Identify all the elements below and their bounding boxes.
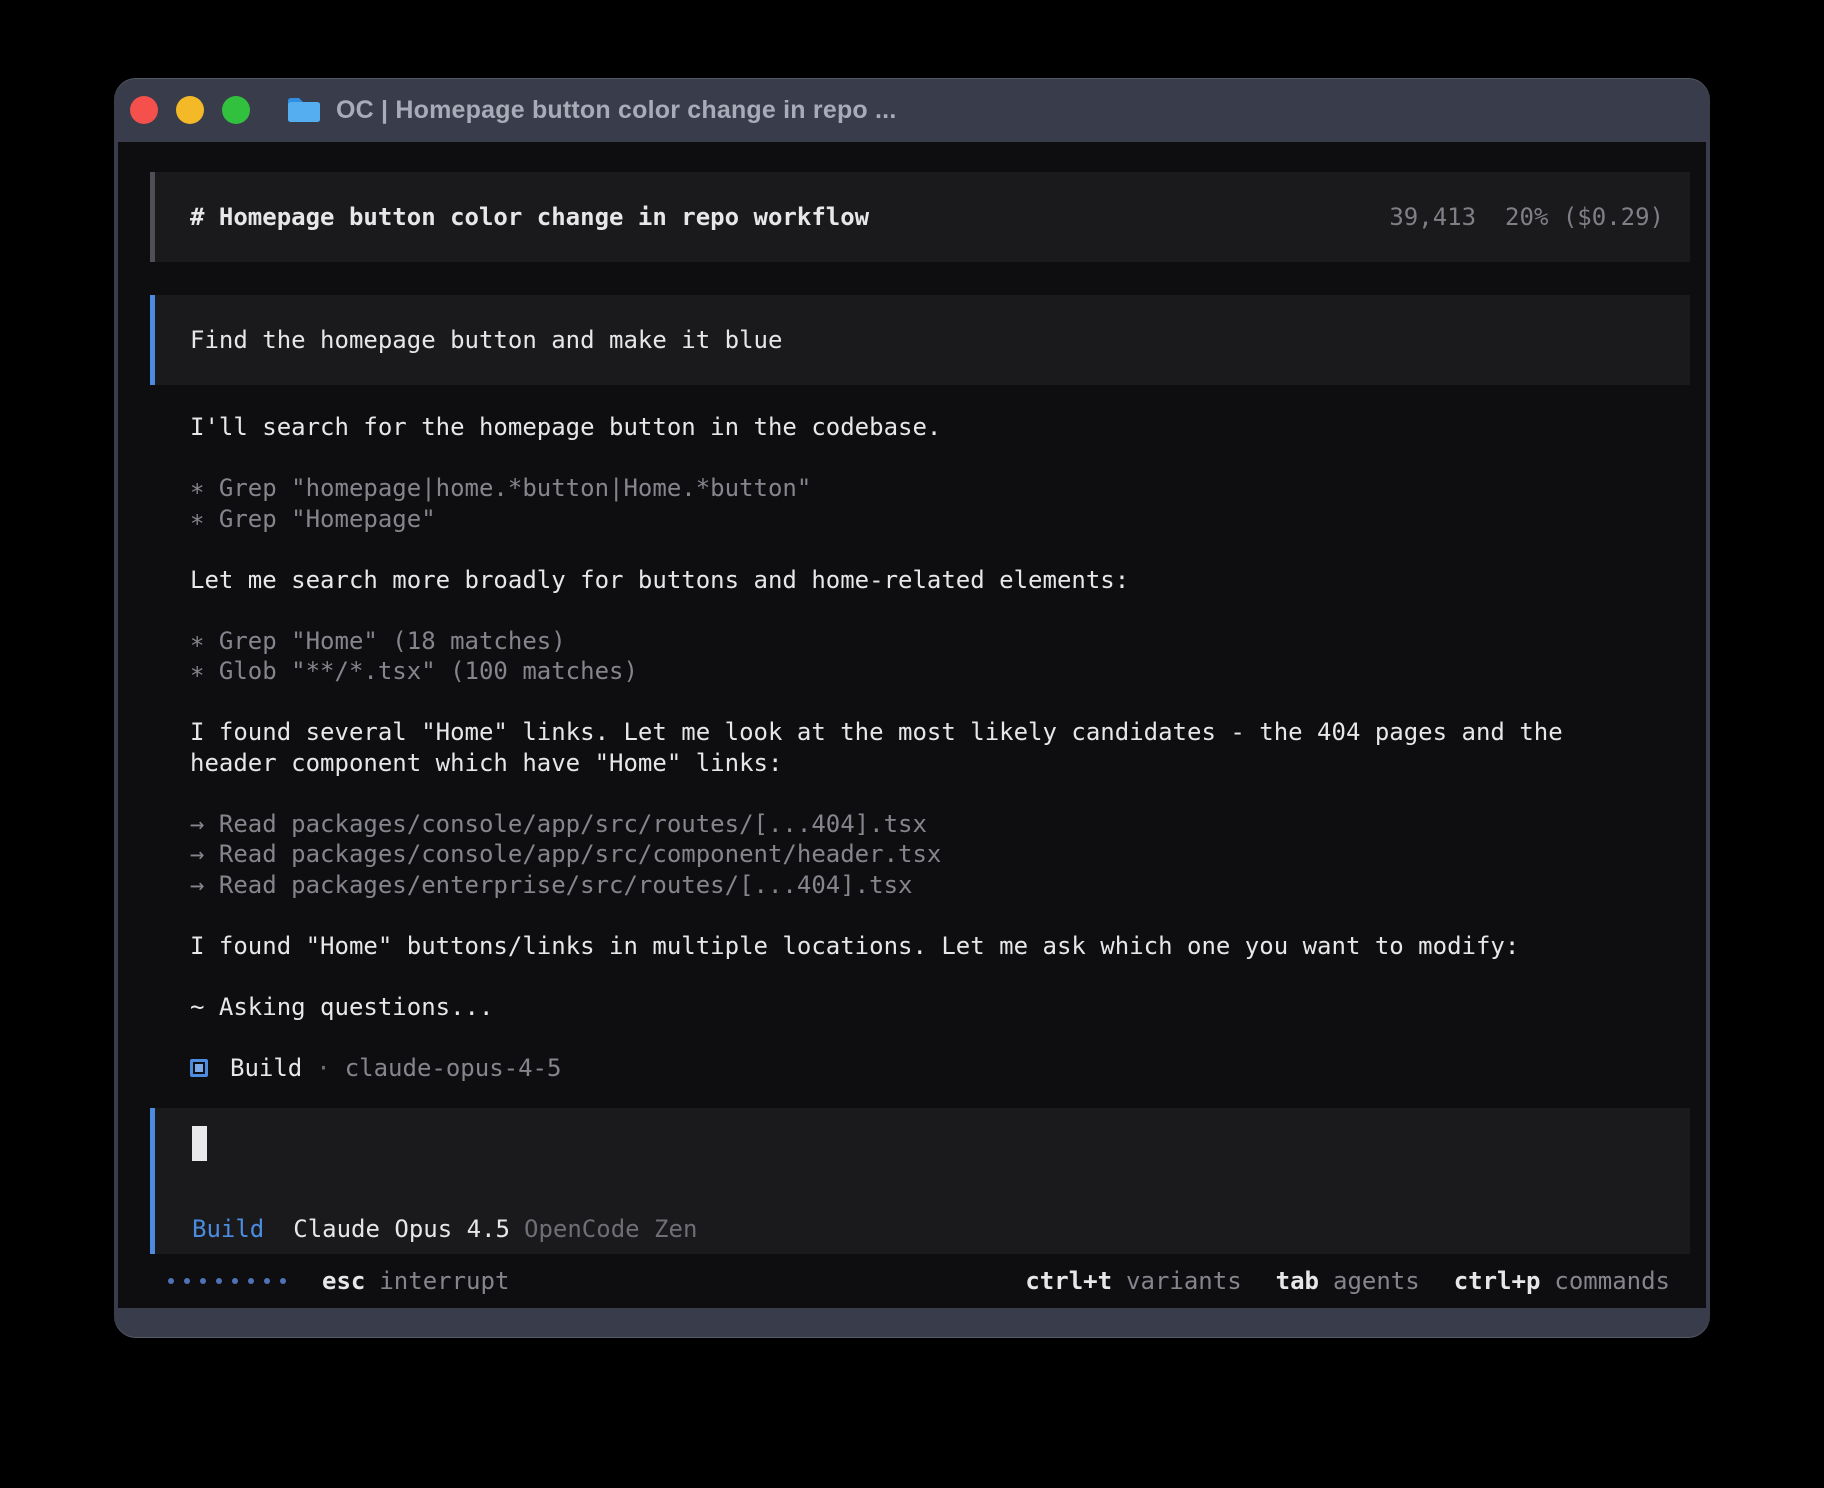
spinner-dot — [168, 1278, 174, 1284]
agent-status-line: Build · claude-opus-4-5 — [150, 1053, 1690, 1084]
folder-icon — [286, 95, 322, 125]
spinner-dots — [168, 1278, 286, 1284]
keybind-hint-interrupt: esc interrupt — [322, 1267, 509, 1295]
keybind-key: esc — [322, 1267, 365, 1295]
context-usage: 20% ($0.29) — [1505, 203, 1664, 231]
tool-call-line: ∗ Grep "Homepage" — [190, 504, 1690, 535]
assistant-text: I found "Home" buttons/links in multiple… — [190, 931, 1690, 962]
assistant-text: I found several "Home" links. Let me loo… — [190, 717, 1690, 778]
tool-call-line: → Read packages/enterprise/src/routes/[.… — [190, 870, 1690, 901]
assistant-text-line: Let me search more broadly for buttons a… — [190, 565, 1690, 596]
keybind-label: variants — [1126, 1267, 1242, 1295]
spinner-dot — [216, 1278, 222, 1284]
keybind-label: interrupt — [379, 1267, 509, 1295]
user-message: Find the homepage button and make it blu… — [150, 295, 1690, 385]
user-message-text: Find the homepage button and make it blu… — [190, 326, 782, 354]
window-titlebar[interactable]: OC | Homepage button color change in rep… — [114, 78, 1710, 142]
conversation: I'll search for the homepage button in t… — [150, 412, 1690, 1053]
agent-square-icon — [190, 1059, 208, 1077]
tool-call-line: ∗ Grep "Home" (18 matches) — [190, 626, 1690, 657]
session-stats: 39,413 20% ($0.29) — [1389, 203, 1664, 231]
model-label[interactable]: Claude Opus 4.5 — [293, 1214, 510, 1245]
tool-call-group: → Read packages/console/app/src/routes/[… — [190, 809, 1690, 901]
session-header: # Homepage button color change in repo w… — [150, 172, 1690, 262]
terminal-content: # Homepage button color change in repo w… — [118, 142, 1706, 1308]
keybind-key: ctrl+p — [1454, 1267, 1541, 1295]
text-cursor — [192, 1126, 207, 1161]
status-bar: escinterrupt ctrl+tvariantstabagentsctrl… — [150, 1254, 1690, 1308]
assistant-text-line: ~ Asking questions... — [190, 992, 1690, 1023]
desktop: OC | Homepage button color change in rep… — [0, 0, 1824, 1488]
spinner-dot — [280, 1278, 286, 1284]
provider-label: OpenCode Zen — [524, 1214, 697, 1245]
assistant-text: Let me search more broadly for buttons a… — [190, 565, 1690, 596]
keybind-hint-commands: ctrl+p commands — [1454, 1267, 1670, 1295]
spinner-dot — [264, 1278, 270, 1284]
spinner-dot — [184, 1278, 190, 1284]
spinner-dot — [248, 1278, 254, 1284]
statusbar-left: esc interrupt — [150, 1267, 509, 1295]
keybind-key: ctrl+t — [1025, 1267, 1112, 1295]
assistant-text: I'll search for the homepage button in t… — [190, 412, 1690, 443]
assistant-text: ~ Asking questions... — [190, 992, 1690, 1023]
assistant-text-line: I found several "Home" links. Let me loo… — [190, 717, 1690, 748]
token-count: 39,413 — [1389, 203, 1476, 231]
traffic-lights — [130, 96, 250, 124]
keybind-key: tab — [1276, 1267, 1319, 1295]
input-modeline: Build Claude Opus 4.5 OpenCode Zen — [192, 1214, 1664, 1245]
spinner-dot — [200, 1278, 206, 1284]
agent-model: claude-opus-4-5 — [345, 1054, 562, 1082]
minimize-button[interactable] — [176, 96, 204, 124]
assistant-text-line: header component which have "Home" links… — [190, 748, 1690, 779]
keybind-hint-agents: tab agents — [1276, 1267, 1420, 1295]
agent-separator: · — [316, 1054, 330, 1082]
tool-call-line: → Read packages/console/app/src/componen… — [190, 839, 1690, 870]
session-title: # Homepage button color change in repo w… — [190, 203, 869, 231]
terminal-window: OC | Homepage button color change in rep… — [114, 78, 1710, 1338]
keybind-hint-variants: ctrl+t variants — [1025, 1267, 1241, 1295]
window-title: OC | Homepage button color change in rep… — [336, 96, 896, 125]
keybind-label: commands — [1554, 1267, 1670, 1295]
assistant-text-line: I found "Home" buttons/links in multiple… — [190, 931, 1690, 962]
mode-label[interactable]: Build — [192, 1214, 264, 1245]
statusbar-right: ctrl+t variants tab agents ctrl+p commands — [1025, 1267, 1670, 1295]
assistant-text-line: I'll search for the homepage button in t… — [190, 412, 1690, 443]
keybind-label: agents — [1333, 1267, 1420, 1295]
spinner-dot — [232, 1278, 238, 1284]
tool-call-group: ∗ Grep "homepage|home.*button|Home.*butt… — [190, 473, 1690, 534]
tool-call-line: ∗ Glob "**/*.tsx" (100 matches) — [190, 656, 1690, 687]
zoom-button[interactable] — [222, 96, 250, 124]
tool-call-line: → Read packages/console/app/src/routes/[… — [190, 809, 1690, 840]
close-button[interactable] — [130, 96, 158, 124]
tool-call-group: ∗ Grep "Home" (18 matches)∗ Glob "**/*.t… — [190, 626, 1690, 687]
tool-call-line: ∗ Grep "homepage|home.*button|Home.*butt… — [190, 473, 1690, 504]
prompt-input[interactable]: Build Claude Opus 4.5 OpenCode Zen — [150, 1108, 1690, 1254]
agent-name: Build — [230, 1054, 302, 1082]
